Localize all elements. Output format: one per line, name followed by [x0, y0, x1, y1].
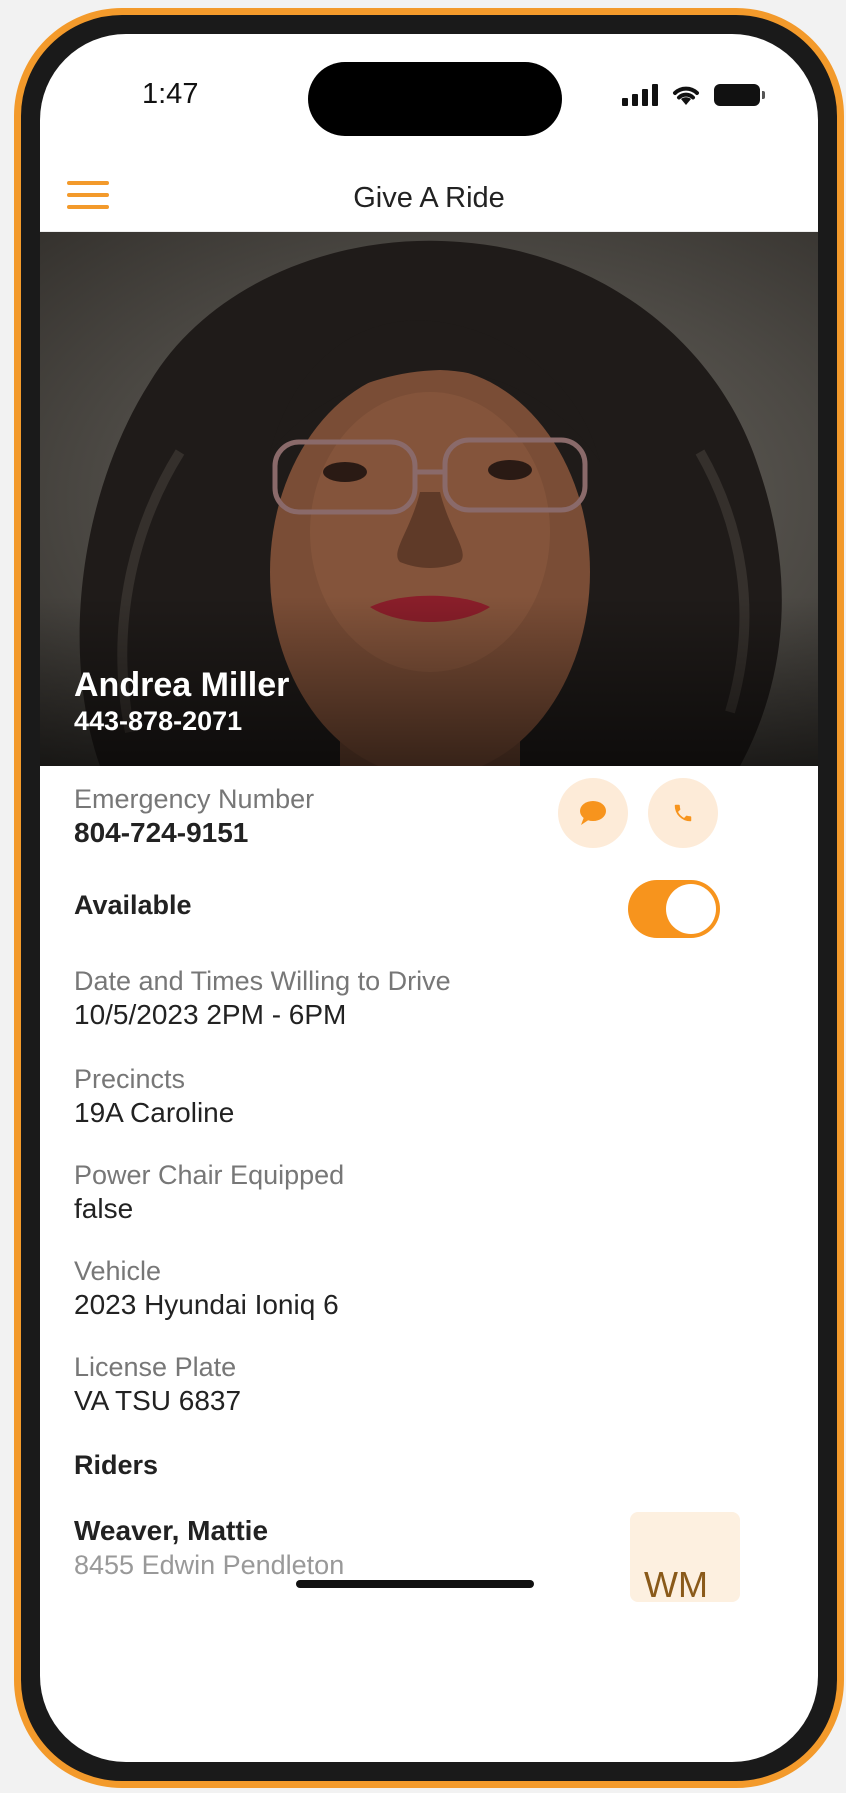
driver-name: Andrea Miller — [74, 666, 290, 704]
dynamic-island — [308, 62, 562, 136]
toggle-knob — [666, 884, 716, 934]
wifi-icon — [673, 86, 699, 105]
precincts-field: Precincts 19A Caroline — [74, 1062, 234, 1130]
rider-list-item[interactable]: Weaver, Mattie 8455 Edwin Pendleton — [74, 1514, 344, 1582]
riders-heading-field: Riders — [74, 1450, 158, 1481]
driver-phone: 443-878-2071 — [74, 706, 243, 736]
power-chair-label: Power Chair Equipped — [74, 1160, 345, 1190]
riders-heading: Riders — [74, 1450, 159, 1480]
app-header: Give A Ride — [40, 160, 818, 232]
vehicle-label: Vehicle — [74, 1256, 162, 1286]
emergency-label: Emergency Number — [74, 784, 315, 814]
availability-field: Available — [74, 890, 192, 921]
vehicle-value: 2023 Hyundai Ioniq 6 — [74, 1289, 339, 1320]
page-title: Give A Ride — [353, 182, 505, 214]
availability-toggle[interactable] — [628, 880, 720, 938]
schedule-field: Date and Times Willing to Drive 10/5/202… — [74, 964, 451, 1032]
vehicle-field: Vehicle 2023 Hyundai Ioniq 6 — [74, 1254, 339, 1322]
phone-frame: 1:47 Give A Ride Andrea Miller 443-878-2… — [14, 8, 844, 1788]
battery-icon — [714, 84, 765, 106]
precincts-label: Precincts — [74, 1064, 186, 1094]
home-indicator — [296, 1580, 534, 1588]
emergency-value: 804-724-9151 — [74, 817, 249, 848]
call-button[interactable] — [648, 778, 718, 848]
license-label: License Plate — [74, 1352, 237, 1382]
phone-icon — [674, 804, 692, 822]
status-bar: 1:47 — [40, 34, 818, 154]
license-field: License Plate VA TSU 6837 — [74, 1350, 241, 1418]
schedule-value: 10/5/2023 2PM - 6PM — [74, 999, 347, 1030]
rider-avatar[interactable]: WM — [630, 1512, 740, 1605]
emergency-field: Emergency Number 804-724-9151 — [74, 782, 314, 850]
status-time: 1:47 — [142, 78, 199, 110]
chat-bubble-icon — [580, 801, 606, 825]
power-chair-value: false — [74, 1193, 134, 1224]
rider-name: Weaver, Mattie — [74, 1515, 269, 1546]
power-chair-field: Power Chair Equipped false — [74, 1158, 344, 1226]
schedule-label: Date and Times Willing to Drive — [74, 966, 451, 996]
rider-initials: WM — [644, 1564, 708, 1605]
availability-label: Available — [74, 890, 192, 920]
rider-address: 8455 Edwin Pendleton — [74, 1550, 345, 1580]
cellular-signal-icon — [622, 84, 658, 106]
status-icons — [622, 84, 765, 106]
precincts-value: 19A Caroline — [74, 1097, 235, 1128]
license-value: VA TSU 6837 — [74, 1385, 242, 1416]
message-button[interactable] — [558, 778, 628, 848]
phone-screen: 1:47 Give A Ride Andrea Miller 443-878-2… — [40, 34, 818, 1762]
